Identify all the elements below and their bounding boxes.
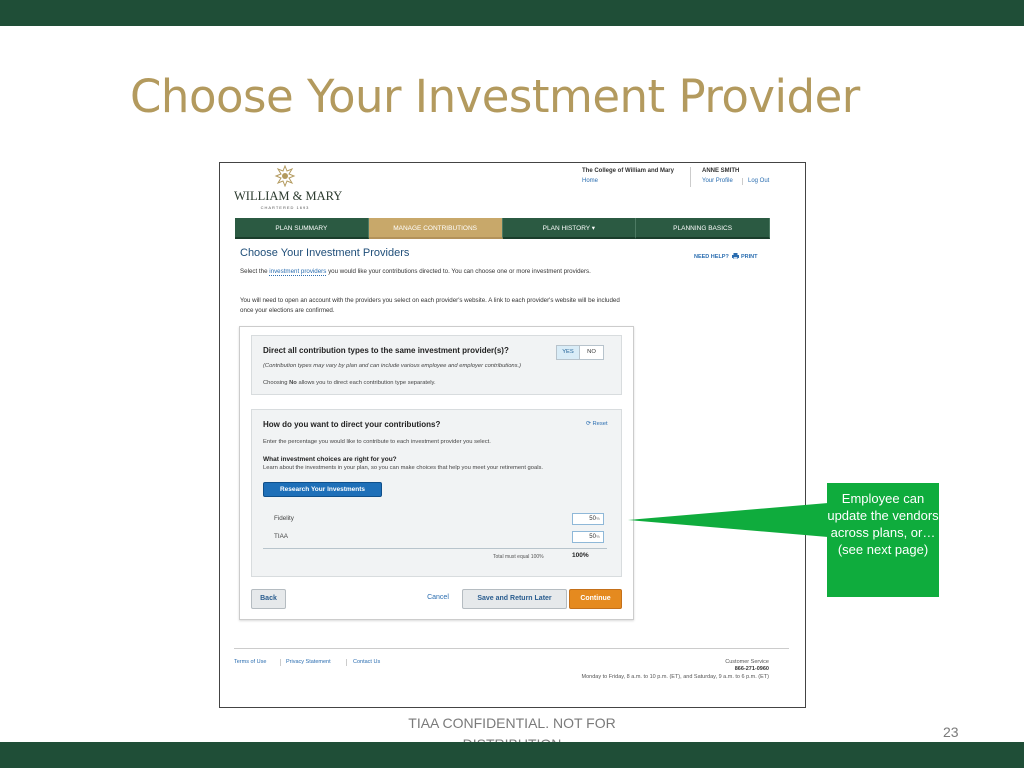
privacy-statement-link[interactable]: Privacy Statement [286, 659, 331, 665]
header-divider [690, 167, 691, 187]
intro-text: Select the [240, 268, 270, 275]
contribution-types-note: (Contribution types may vary by plan and… [263, 363, 522, 369]
slide-top-bar [0, 0, 1024, 26]
research-investments-button[interactable]: Research Your Investments [263, 482, 382, 497]
contact-us-link[interactable]: Contact Us [353, 659, 380, 665]
direct-contributions-question: How do you want to direct your contribut… [263, 420, 441, 429]
continue-button[interactable]: Continue [569, 589, 622, 609]
tiaa-percent-input[interactable]: 50% [572, 531, 604, 543]
logo-name: WILLIAM & MARY [234, 189, 343, 203]
same-provider-question: Direct all contribution types to the sam… [263, 346, 509, 355]
reset-label: Reset [592, 421, 608, 427]
slide-title: Choose Your Investment Provider [130, 70, 860, 123]
terms-of-use-link[interactable]: Terms of Use [234, 659, 266, 665]
back-button[interactable]: Back [251, 589, 286, 609]
cancel-link[interactable]: Cancel [423, 589, 453, 609]
same-provider-section: Direct all contribution types to the sam… [251, 335, 622, 395]
customer-service-hours: Monday to Friday, 8 a.m. to 10 p.m. (ET)… [581, 674, 769, 680]
provider-name: Fidelity [274, 515, 294, 522]
crest-icon [274, 165, 296, 187]
note-bold: No [289, 380, 297, 386]
customer-service-title: Customer Service [725, 659, 769, 665]
save-and-return-later-button[interactable]: Save and Return Later [462, 589, 567, 609]
header-link-divider [742, 178, 743, 185]
user-name: ANNE SMITH [702, 168, 740, 174]
william-mary-logo[interactable]: WILLIAM & MARY CHARTERED 1693 [234, 165, 343, 215]
note-text: allows you to direct each contribution t… [296, 380, 436, 386]
customer-service-phone: 866-271-0960 [734, 666, 769, 672]
provider-row-tiaa: TIAA 50% [263, 531, 608, 545]
portal-screenshot: WILLIAM & MARY CHARTERED 1693 The Colleg… [219, 162, 806, 708]
provider-name: TIAA [274, 533, 288, 540]
yes-option[interactable]: YES [557, 346, 580, 359]
logo-subtitle: CHARTERED 1693 [260, 205, 310, 210]
intro-paragraph-1: Select the investment providers you woul… [240, 267, 620, 277]
callout-box: Employee can update the vendors across p… [827, 483, 939, 597]
footer-divider [234, 648, 789, 649]
slide-bottom-bar [0, 742, 1024, 768]
footer-link-divider [346, 659, 347, 666]
tab-plan-history[interactable]: PLAN HISTORY ▾ [502, 218, 637, 239]
total-value: 100% [572, 552, 589, 559]
percent-value: 50 [589, 534, 596, 540]
total-divider [263, 548, 607, 549]
total-label: Total must equal 100% [493, 554, 544, 560]
reset-link[interactable]: ⟳ Reset [586, 421, 608, 427]
printer-icon[interactable] [732, 253, 739, 259]
intro-text: you would like your contributions direct… [326, 268, 591, 275]
provider-row-fidelity: Fidelity 50% [263, 513, 608, 527]
log-out-link[interactable]: Log Out [748, 178, 769, 184]
contribution-form: Direct all contribution types to the sam… [239, 326, 634, 620]
yes-no-toggle: YES NO [556, 345, 604, 360]
page-heading: Choose Your Investment Providers [240, 247, 410, 259]
choices-heading: What investment choices are right for yo… [263, 456, 397, 463]
note-text: Choosing [263, 380, 290, 386]
choices-text: Learn about the investments in your plan… [263, 465, 544, 471]
callout-pointer [628, 503, 828, 537]
fidelity-percent-input[interactable]: 50% [572, 513, 604, 525]
percent-unit: % [595, 534, 600, 539]
tab-planning-basics[interactable]: PLANNING BASICS [636, 218, 770, 239]
page-number: 23 [943, 724, 959, 740]
intro-paragraph-2: You will need to open an account with th… [240, 297, 620, 314]
print-link[interactable]: PRINT [741, 254, 758, 260]
investment-providers-link[interactable]: investment providers [269, 268, 327, 276]
percent-value: 50 [589, 516, 596, 522]
tab-plan-summary[interactable]: PLAN SUMMARY [235, 218, 369, 239]
your-profile-link[interactable]: Your Profile [702, 178, 733, 184]
home-link[interactable]: Home [582, 178, 598, 184]
choosing-no-note: Choosing No allows you to direct each co… [263, 380, 436, 386]
direct-contributions-section: How do you want to direct your contribut… [251, 409, 622, 577]
main-nav: PLAN SUMMARY MANAGE CONTRIBUTIONS PLAN H… [235, 218, 770, 239]
need-help-link[interactable]: NEED HELP? [694, 254, 729, 260]
footer-link-divider [280, 659, 281, 666]
no-option[interactable]: NO [580, 346, 603, 359]
tab-manage-contributions[interactable]: MANAGE CONTRIBUTIONS [368, 218, 503, 239]
percentage-instruction: Enter the percentage you would like to c… [263, 439, 491, 445]
percent-unit: % [595, 516, 600, 521]
college-name: The College of William and Mary [582, 168, 674, 174]
